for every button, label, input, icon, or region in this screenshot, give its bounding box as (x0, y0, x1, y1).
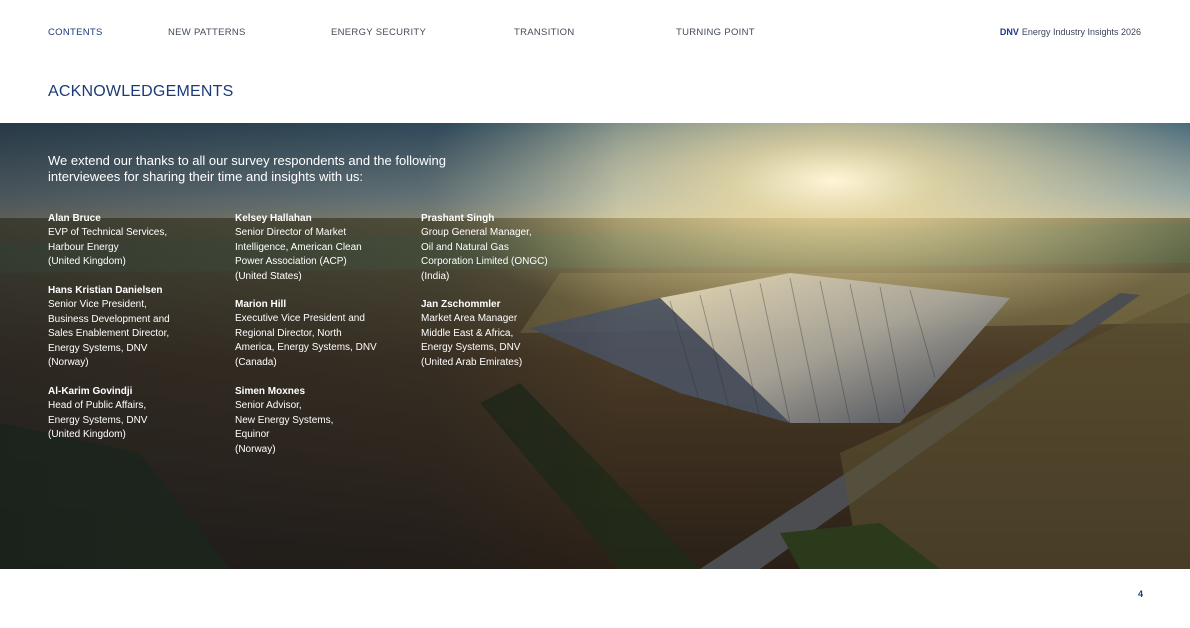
person-kelsey-hallahan: Kelsey Hallahan Senior Director of Marke… (235, 212, 410, 284)
dnv-logo: DNV (999, 27, 1019, 37)
person-role: Executive Vice President and Regional Di… (235, 313, 377, 368)
person-role: Senior Director of Market Intelligence, … (235, 227, 362, 282)
page-number: 4 (1137, 589, 1143, 599)
person-name: Kelsey Hallahan (235, 213, 312, 224)
person-role: EVP of Technical Services, Harbour Energ… (48, 227, 168, 268)
nav-energy-security[interactable]: ENERGY SECURITY (331, 27, 426, 38)
person-role: Head of Public Affairs, Energy Systems, … (48, 400, 148, 441)
top-navigation: CONTENTS NEW PATTERNS ENERGY SECURITY TR… (0, 0, 1190, 60)
person-prashant-singh: Prashant Singh Group General Manager, Oi… (421, 212, 596, 284)
person-role: Market Area Manager Middle East & Africa… (421, 313, 523, 368)
nav-new-patterns[interactable]: NEW PATTERNS (168, 27, 246, 38)
nav-turning-point[interactable]: TURNING POINT (676, 27, 755, 38)
person-name: Jan Zschommler (421, 299, 501, 310)
nav-transition[interactable]: TRANSITION (514, 27, 575, 38)
person-simen-moxnes: Simen Moxnes Senior Advisor, New Energy … (235, 385, 410, 457)
brand: DNV Energy Industry Insights 2026 (1000, 27, 1141, 37)
person-name: Hans Kristian Danielsen (48, 285, 163, 296)
hero-image: We extend our thanks to all our survey r… (0, 123, 1190, 569)
person-name: Marion Hill (235, 299, 287, 310)
person-al-karim-govindji: Al-Karim Govindji Head of Public Affairs… (48, 385, 223, 443)
person-role: Group General Manager, Oil and Natural G… (421, 227, 548, 282)
person-marion-hill: Marion Hill Executive Vice President and… (235, 298, 410, 370)
person-name: Alan Bruce (48, 213, 101, 224)
page-title: ACKNOWLEDGEMENTS (48, 83, 234, 100)
intro-text: We extend our thanks to all our survey r… (48, 153, 446, 184)
person-jan-zschommler: Jan Zschommler Market Area Manager Middl… (421, 298, 596, 370)
person-name: Al-Karim Govindji (48, 386, 133, 397)
report-title: Energy Industry Insights 2026 (1021, 27, 1141, 37)
person-hans-kristian-danielsen: Hans Kristian Danielsen Senior Vice Pres… (48, 284, 223, 370)
person-role: Senior Vice President, Business Developm… (48, 299, 170, 369)
person-name: Prashant Singh (421, 213, 495, 224)
nav-contents[interactable]: CONTENTS (48, 27, 103, 38)
person-alan-bruce: Alan Bruce EVP of Technical Services, Ha… (48, 212, 223, 270)
person-name: Simen Moxnes (235, 386, 306, 397)
person-role: Senior Advisor, New Energy Systems, Equi… (235, 400, 334, 455)
